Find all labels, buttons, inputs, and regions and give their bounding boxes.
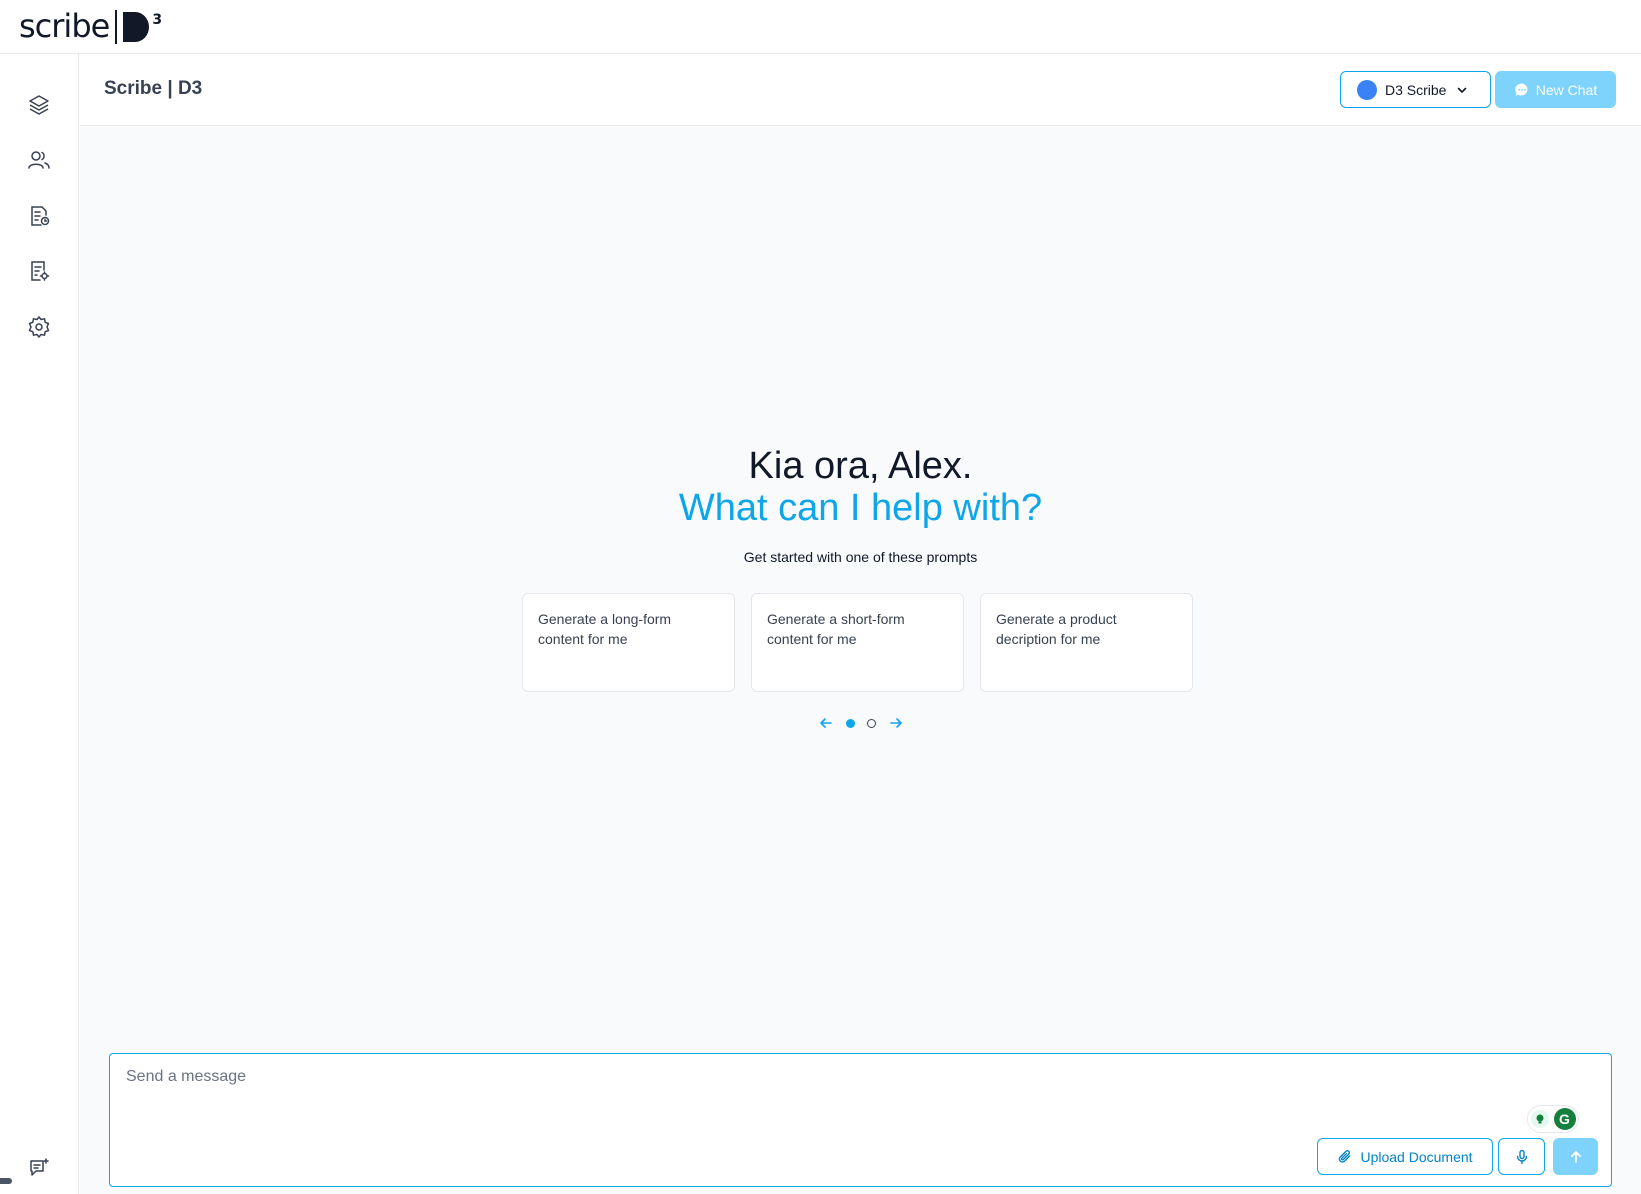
arrow-up-icon: [1570, 1150, 1581, 1163]
chevron-down-icon: [1458, 87, 1467, 93]
document-settings-icon[interactable]: [26, 258, 52, 284]
logo-d-mark: [123, 12, 150, 42]
model-avatar: [1357, 79, 1377, 100]
arrow-left-icon[interactable]: [818, 715, 834, 731]
prompts-subtitle: Get started with one of these prompts: [743, 549, 978, 565]
sidebar: [0, 54, 79, 1194]
voice-input-button[interactable]: [1498, 1138, 1545, 1175]
message-input[interactable]: Send a message: [126, 1068, 246, 1086]
top-bar: scribe 3: [0, 0, 1641, 54]
page-header: Scribe | D3 D3 Scribe New Chat: [80, 54, 1641, 126]
model-select-dropdown[interactable]: D3 Scribe: [1340, 71, 1491, 108]
chat-main-area: Kia ora, Alex. What can I help with? Get…: [80, 127, 1641, 1194]
microphone-icon: [1516, 1149, 1527, 1164]
page-title: Scribe | D3: [104, 78, 203, 99]
gear-icon[interactable]: [26, 314, 52, 340]
prompt-card[interactable]: Generate a short-form content for me: [751, 593, 964, 692]
prompt-card[interactable]: Generate a long-form content for me: [522, 593, 735, 692]
logo-superscript: 3: [152, 12, 163, 28]
pager-dot[interactable]: [866, 718, 876, 728]
grammar-assistant-widget[interactable]: G: [1527, 1105, 1579, 1133]
arrow-right-icon[interactable]: [888, 715, 904, 731]
chat-bubble-icon: [1515, 82, 1528, 96]
document-search-icon[interactable]: [26, 203, 52, 229]
new-chat-button[interactable]: New Chat: [1495, 71, 1616, 108]
sidebar-collapse-handle[interactable]: [0, 1178, 12, 1184]
upload-document-label: Upload Document: [1360, 1148, 1473, 1165]
paperclip-icon: [1339, 1150, 1351, 1163]
grammarly-icon: G: [1553, 1108, 1576, 1130]
lightbulb-icon: [1530, 1110, 1549, 1128]
greeting-title: Kia ora, Alex.: [748, 445, 973, 487]
new-chat-label: New Chat: [1535, 81, 1598, 98]
scribe-logo[interactable]: scribe 3: [19, 6, 162, 46]
prompt-card[interactable]: Generate a product decription for me: [980, 593, 1193, 692]
layers-icon[interactable]: [26, 92, 52, 118]
pager-dot-active[interactable]: [845, 718, 855, 728]
greeting-question: What can I help with?: [678, 487, 1043, 529]
logo-divider: [115, 10, 118, 44]
send-button[interactable]: [1553, 1138, 1598, 1175]
logo-wordmark: scribe: [19, 7, 110, 45]
users-icon[interactable]: [26, 147, 52, 173]
feedback-icon[interactable]: [26, 1155, 52, 1181]
prompt-carousel-pager: [80, 715, 1641, 731]
upload-document-button[interactable]: Upload Document: [1317, 1138, 1493, 1175]
model-select-label: D3 Scribe: [1385, 81, 1447, 98]
